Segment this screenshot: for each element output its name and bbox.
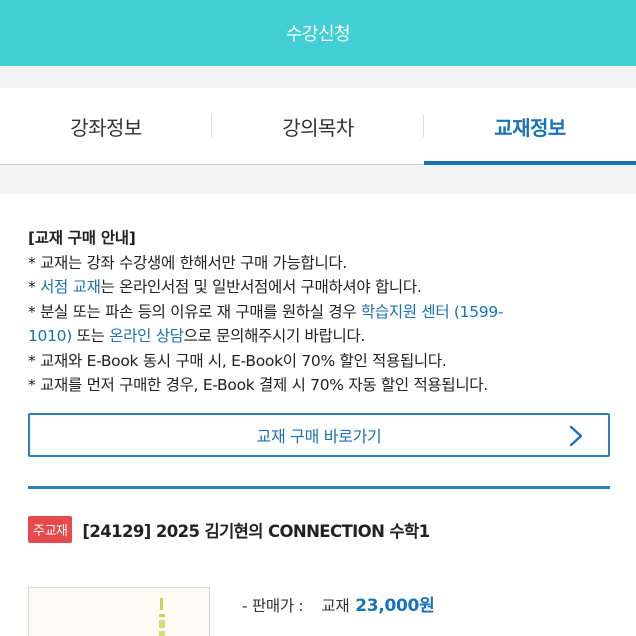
notice-line: * 서점 교재는 온라인서점 및 일반서점에서 구매하셔야 합니다. [28, 275, 618, 300]
textbook-panel: [교재 구매 안내] * 교재는 강좌 수강생에 한해서만 구매 가능합니다. … [0, 194, 636, 636]
buy-textbook-button[interactable]: 교재 구매 바로가기 [28, 413, 610, 457]
notice-line: * 분실 또는 파손 등의 이유로 재 구매를 원하실 경우 학습지원 센터 (… [28, 300, 618, 325]
bookstore-textbook-link[interactable]: 서점 교재 [40, 278, 101, 296]
spacer [0, 66, 636, 88]
price-row: - 판매가 : 교재 23,000원 [242, 591, 435, 616]
price-label: - 판매가 : [242, 597, 304, 615]
tab-label: 강의목차 [282, 115, 354, 140]
support-center-link-cont[interactable]: 1010) [28, 327, 72, 345]
notice-text: * [28, 278, 41, 296]
book-cover-image[interactable] [28, 587, 210, 636]
section-divider [28, 486, 610, 489]
book-header: 주교재 [24129] 2025 김기현의 CONNECTION 수학1 [28, 516, 430, 543]
main-textbook-badge: 주교재 [28, 516, 73, 543]
notice-text: * 분실 또는 파손 등의 이유로 재 구매를 원하실 경우 [28, 302, 361, 321]
tab-label: 교재정보 [494, 115, 566, 140]
notice-heading: [교재 구매 안내] [28, 229, 136, 247]
notice-line: * 교재는 강좌 수강생에 한해서만 구매 가능합니다. [28, 253, 348, 272]
header-bar: 수강신청 [0, 0, 636, 66]
cover-art [159, 598, 165, 636]
tab-label: 강좌정보 [70, 115, 142, 140]
price-value: 23,000원 [355, 596, 435, 616]
chevron-right-icon [569, 425, 583, 447]
purchase-notice: [교재 구매 안내] * 교재는 강좌 수강생에 한해서만 구매 가능합니다. … [28, 226, 618, 398]
tab-course-info[interactable]: 강좌정보 [0, 88, 212, 164]
notice-text: 는 온라인서점 및 일반서점에서 구매하셔야 합니다. [100, 278, 422, 296]
spacer [0, 166, 636, 194]
buy-textbook-label: 교재 구매 바로가기 [256, 427, 382, 446]
notice-text: 또는 [72, 327, 110, 345]
tab-bar: 강좌정보 강의목차 교재정보 [0, 88, 636, 165]
support-center-link[interactable]: 학습지원 센터 (1599- [361, 303, 504, 321]
notice-line: * 교재를 먼저 구매한 경우, E-Book 결제 시 70% 자동 할인 적… [28, 376, 488, 394]
page-title: 수강신청 [285, 24, 351, 45]
book-title[interactable]: [24129] 2025 김기현의 CONNECTION 수학1 [82, 518, 430, 542]
notice-line: 1010) 또는 온라인 상담으로 문의해주시기 바랍니다. [28, 324, 618, 349]
price-kind: 교재 [321, 597, 350, 615]
online-consult-link[interactable]: 온라인 상담 [109, 327, 184, 345]
tab-textbook-info[interactable]: 교재정보 [424, 88, 636, 165]
notice-line: * 교재와 E-Book 동시 구매 시, E-Book이 70% 할인 적용됩… [28, 351, 447, 370]
tab-lecture-contents[interactable]: 강의목차 [212, 88, 424, 164]
notice-text: 으로 문의해주시기 바랍니다. [183, 327, 366, 345]
